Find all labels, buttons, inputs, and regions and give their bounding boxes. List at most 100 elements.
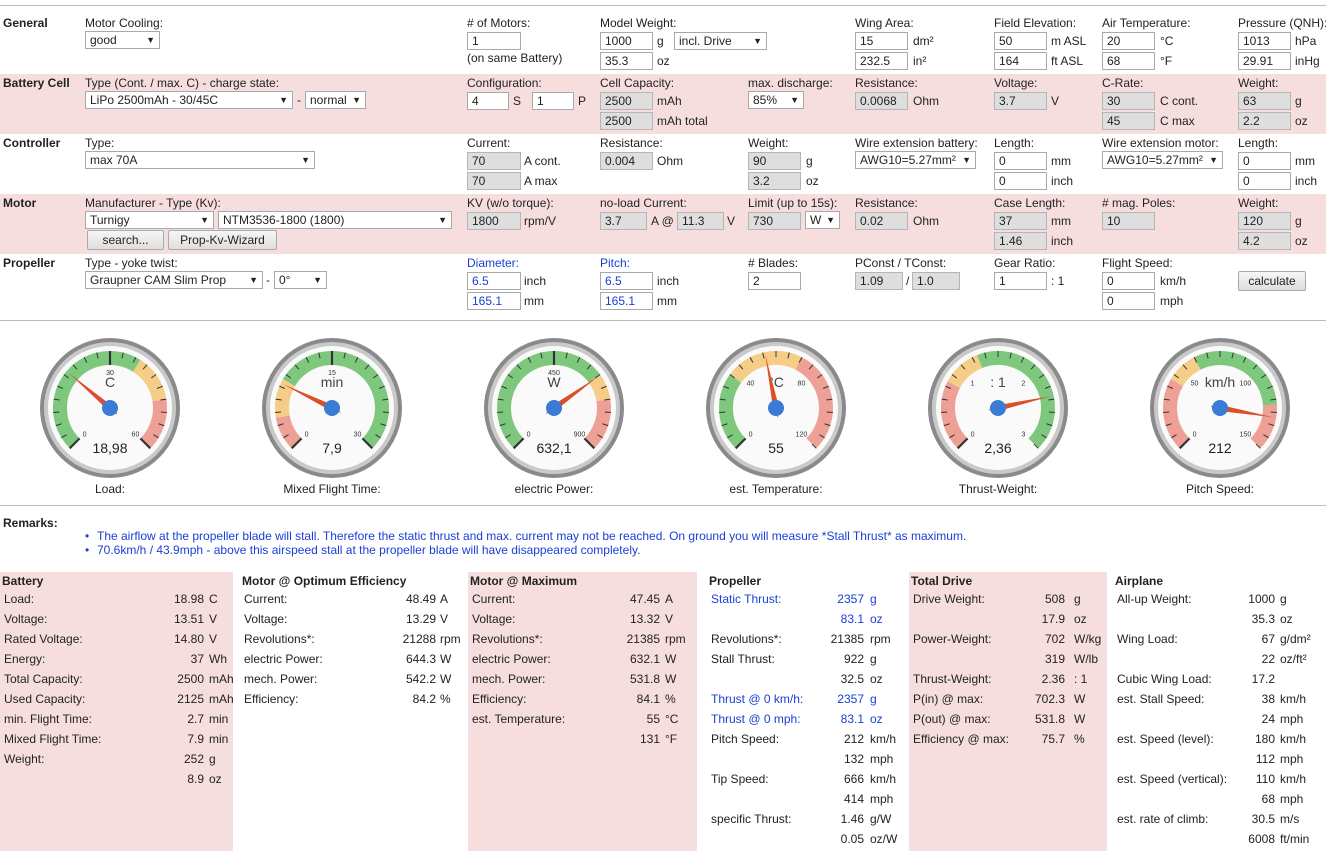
diameter-inch-unit: inch: [524, 274, 547, 288]
result-row: Wing Load: 67 g/dm²: [1117, 632, 1324, 646]
controller-type-select[interactable]: max 70A ▼: [85, 151, 315, 169]
result-row: 83.1 oz: [711, 612, 900, 626]
motor-cooling-select[interactable]: good ▼: [85, 31, 160, 49]
pressure-hpa-input[interactable]: 1013: [1238, 32, 1291, 50]
calculate-button[interactable]: calculate: [1238, 271, 1306, 291]
chevron-down-icon: ▼: [1209, 155, 1218, 165]
max-discharge-select[interactable]: 85% ▼: [748, 91, 804, 109]
total-capacity-unit: mAh total: [657, 114, 708, 128]
wire-battery-select[interactable]: AWG10=5.27mm² ▼: [855, 151, 976, 169]
pitch-mm-input[interactable]: 165.1: [600, 292, 653, 310]
gauge-dial: 040 80120°C55: [706, 338, 846, 478]
gauge-tick-label: 0: [83, 431, 87, 438]
result-row: 8.9 oz: [4, 772, 231, 786]
pressure-hpa-unit: hPa: [1295, 34, 1317, 48]
field-elevation-ft-input[interactable]: 164: [994, 52, 1047, 70]
pconst-field: 1.09: [855, 272, 903, 290]
flight-speed-kmh-input[interactable]: 0: [1102, 272, 1155, 290]
result-row: 6008 ft/min: [1117, 832, 1324, 846]
gauge-dial: 0 50 100 150 km/h 212: [1150, 338, 1290, 478]
length2-inch-input[interactable]: 0: [1238, 172, 1291, 190]
power-limit-unit-select[interactable]: W ▼: [805, 211, 840, 229]
result-row: est. rate of climb: 30.5 m/s: [1117, 812, 1324, 826]
result-unit: W: [440, 652, 452, 666]
section-motor-title: Motor: [3, 196, 37, 210]
result-unit: A: [440, 592, 449, 606]
config-p-input[interactable]: 1: [532, 92, 574, 110]
gauge-hub: [324, 400, 340, 416]
result-value: 632.1: [629, 652, 660, 666]
field-elevation-m-input[interactable]: 50: [994, 32, 1047, 50]
gauge-tick-label: 900: [574, 431, 586, 438]
gauge-dial: 03060C18,98: [40, 338, 180, 478]
result-label: specific Thrust:: [711, 812, 792, 826]
chevron-down-icon: ▼: [438, 215, 447, 225]
pressure-inhg-input[interactable]: 29.91: [1238, 52, 1291, 70]
wire-motor-select[interactable]: AWG10=5.27mm² ▼: [1102, 151, 1223, 169]
wire-motor-value: AWG10=5.27mm²: [1107, 153, 1203, 167]
blades-input[interactable]: 2: [748, 272, 801, 290]
length1-mm-input[interactable]: 0: [994, 152, 1047, 170]
pitch-inch-input[interactable]: 6.5: [600, 272, 653, 290]
controller-type-value: max 70A: [90, 153, 138, 167]
chevron-down-icon: ▼: [790, 95, 799, 105]
wing-area-dm-unit: dm²: [913, 34, 934, 48]
air-temp-c-input[interactable]: 20: [1102, 32, 1155, 50]
yoke-twist-select[interactable]: 0° ▼: [274, 271, 327, 289]
flight-speed-label: Flight Speed:: [1102, 256, 1173, 270]
motor-search-button[interactable]: search...: [87, 230, 164, 250]
model-weight-g-input[interactable]: 1000: [600, 32, 653, 50]
gauge: 0 1 2 3: 1 2,36: [926, 336, 1070, 480]
gauge-tick-label: 40: [747, 381, 755, 388]
motors-input[interactable]: 1: [467, 32, 521, 50]
model-weight-g-unit: g: [657, 34, 664, 48]
result-value: 131: [639, 732, 660, 746]
result-unit: oz/ft²: [1280, 652, 1307, 666]
pressure-label: Pressure (QNH):: [1238, 16, 1326, 30]
gear-ratio-input[interactable]: 1: [994, 272, 1047, 290]
length1-inch-input[interactable]: 0: [994, 172, 1047, 190]
results-column-title: Total Drive: [911, 574, 973, 588]
result-label: Revolutions*:: [711, 632, 782, 646]
model-weight-oz-input[interactable]: 35.3: [600, 52, 653, 70]
motor-manufacturer-select[interactable]: Turnigy ▼: [85, 211, 214, 229]
length2-mm-input[interactable]: 0: [1238, 152, 1291, 170]
propeller-type-select[interactable]: Graupner CAM Slim Prop ▼: [85, 271, 263, 289]
kv-label: KV (w/o torque):: [467, 196, 554, 210]
chevron-down-icon: ▼: [826, 215, 835, 225]
charge-state-select[interactable]: normal ▼: [305, 91, 366, 109]
controller-current-cont-unit: A cont.: [524, 154, 561, 168]
gear-ratio-label: Gear Ratio:: [994, 256, 1056, 270]
motor-weight-label: Weight:: [1238, 196, 1279, 210]
result-label: est. Temperature:: [472, 712, 566, 726]
chevron-down-icon: ▼: [753, 36, 762, 46]
wing-area-dm-input[interactable]: 15: [855, 32, 908, 50]
config-s-input[interactable]: 4: [467, 92, 509, 110]
flight-speed-mph-input[interactable]: 0: [1102, 292, 1155, 310]
model-weight-mode-select[interactable]: incl. Drive ▼: [674, 32, 767, 50]
wing-area-in-input[interactable]: 232.5: [855, 52, 908, 70]
kv-unit: rpm/V: [524, 214, 557, 228]
motors-note: (on same Battery): [467, 51, 563, 65]
result-unit: km/h: [1280, 692, 1307, 706]
cell-voltage-unit: V: [1051, 94, 1060, 108]
result-row: Revolutions*: 21385 rpm: [711, 632, 900, 646]
gauge-unit-label: W: [547, 374, 561, 390]
result-row: Thrust @ 0 mph: 83.1 oz: [711, 712, 900, 726]
result-unit: g: [870, 692, 877, 706]
prop-kv-wizard-button[interactable]: Prop-Kv-Wizard: [168, 230, 277, 250]
air-temp-f-input[interactable]: 68: [1102, 52, 1155, 70]
cell-resistance-field: 0.0068: [855, 92, 908, 110]
result-label: Rated Voltage:: [4, 632, 83, 646]
battery-type-select[interactable]: LiPo 2500mAh - 30/45C ▼: [85, 91, 293, 109]
total-capacity-field: 2500: [600, 112, 653, 130]
diameter-inch-input[interactable]: 6.5: [467, 272, 521, 290]
results-column-prop: Propeller Static Thrust: 2357 g 83.1 oz Revolu…: [707, 572, 902, 851]
diameter-mm-input[interactable]: 165.1: [467, 292, 521, 310]
results-column-title: Airplane: [1115, 574, 1164, 588]
gauge-value-label: 18,98: [92, 440, 127, 456]
motor-model-select[interactable]: NTM3536-1800 (1800) ▼: [218, 211, 452, 229]
result-label: mech. Power:: [472, 672, 546, 686]
cell-capacity-unit: mAh: [657, 94, 682, 108]
result-value: 531.8: [1034, 712, 1065, 726]
